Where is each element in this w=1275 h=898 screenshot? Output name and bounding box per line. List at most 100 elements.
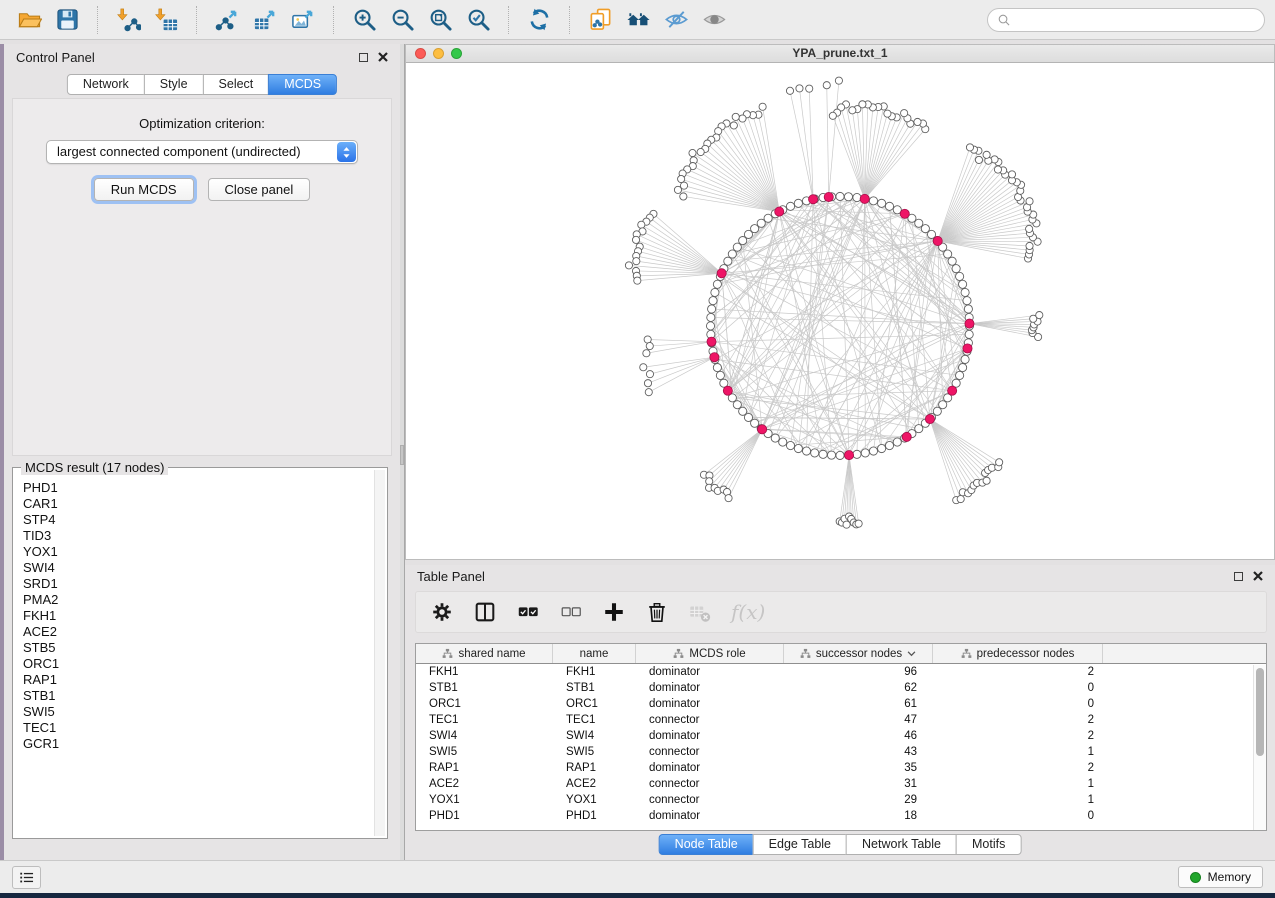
search-input[interactable] bbox=[1017, 10, 1255, 30]
table-cell[interactable]: FKH1 bbox=[553, 664, 636, 680]
table-cell[interactable]: STB1 bbox=[553, 680, 636, 696]
table-cell[interactable]: 2 bbox=[933, 760, 1103, 776]
table-cell[interactable]: RAP1 bbox=[553, 760, 636, 776]
table-scrollbar[interactable] bbox=[1253, 665, 1266, 830]
table-cell[interactable]: 46 bbox=[784, 728, 933, 744]
export-network-icon[interactable] bbox=[208, 5, 246, 35]
float-table-panel-icon[interactable] bbox=[1234, 572, 1243, 581]
table-row[interactable]: FKH1FKH1dominator962 bbox=[416, 664, 1266, 680]
zoom-fit-icon[interactable] bbox=[421, 5, 459, 35]
table-cell[interactable]: YOX1 bbox=[553, 792, 636, 808]
network-canvas[interactable] bbox=[406, 64, 1274, 559]
table-cell[interactable]: 47 bbox=[784, 712, 933, 728]
close-panel-button[interactable]: Close panel bbox=[208, 178, 311, 201]
tab-select[interactable]: Select bbox=[203, 74, 270, 95]
import-table-icon[interactable] bbox=[147, 5, 185, 35]
table-row[interactable]: YOX1YOX1connector291 bbox=[416, 792, 1266, 808]
mcds-result-item[interactable]: TEC1 bbox=[15, 720, 373, 736]
table-cell[interactable]: connector bbox=[636, 776, 784, 792]
mcds-result-item[interactable]: RAP1 bbox=[15, 672, 373, 688]
run-mcds-button[interactable]: Run MCDS bbox=[94, 178, 194, 201]
table-cell[interactable]: 1 bbox=[933, 792, 1103, 808]
table-cell[interactable]: dominator bbox=[636, 664, 784, 680]
table-cell[interactable]: SWI4 bbox=[416, 728, 553, 744]
table-cell[interactable]: dominator bbox=[636, 728, 784, 744]
export-image-icon[interactable] bbox=[284, 5, 322, 35]
show-panels-button[interactable] bbox=[12, 866, 41, 889]
table-cell[interactable]: 0 bbox=[933, 680, 1103, 696]
table-scrollbar-thumb[interactable] bbox=[1256, 668, 1264, 756]
zoom-in-icon[interactable] bbox=[345, 5, 383, 35]
table-row[interactable]: SWI5SWI5connector431 bbox=[416, 744, 1266, 760]
tab-mcds[interactable]: MCDS bbox=[268, 74, 337, 95]
table-row[interactable]: RAP1RAP1dominator352 bbox=[416, 760, 1266, 776]
table-cell[interactable]: 2 bbox=[933, 712, 1103, 728]
mcds-result-item[interactable]: STB1 bbox=[15, 688, 373, 704]
column-header-predecessor-nodes[interactable]: predecessor nodes bbox=[933, 644, 1103, 663]
table-cell[interactable]: 2 bbox=[933, 664, 1103, 680]
table-cell[interactable]: STB1 bbox=[416, 680, 553, 696]
mcds-result-item[interactable]: ACE2 bbox=[15, 624, 373, 640]
float-panel-icon[interactable] bbox=[359, 53, 368, 62]
add-column-icon[interactable] bbox=[602, 600, 626, 624]
mcds-result-item[interactable]: STB5 bbox=[15, 640, 373, 656]
table-cell[interactable]: 1 bbox=[933, 744, 1103, 760]
mcds-result-item[interactable]: SWI4 bbox=[15, 560, 373, 576]
table-cell[interactable]: YOX1 bbox=[416, 792, 553, 808]
table-cell[interactable]: PHD1 bbox=[553, 808, 636, 824]
table-cell[interactable]: TEC1 bbox=[416, 712, 553, 728]
table-cell[interactable]: TEC1 bbox=[553, 712, 636, 728]
mcds-result-item[interactable]: SWI5 bbox=[15, 704, 373, 720]
table-cell[interactable]: 18 bbox=[784, 808, 933, 824]
delete-column-icon[interactable] bbox=[645, 600, 669, 624]
table-cell[interactable]: RAP1 bbox=[416, 760, 553, 776]
import-network-icon[interactable] bbox=[109, 5, 147, 35]
tab-style[interactable]: Style bbox=[144, 74, 204, 95]
table-cell[interactable]: 96 bbox=[784, 664, 933, 680]
table-cell[interactable]: 0 bbox=[933, 808, 1103, 824]
table-row[interactable]: SWI4SWI4dominator462 bbox=[416, 728, 1266, 744]
open-file-icon[interactable] bbox=[10, 5, 48, 35]
zoom-selected-icon[interactable] bbox=[459, 5, 497, 35]
table-cell[interactable]: connector bbox=[636, 712, 784, 728]
unselect-all-columns-icon[interactable] bbox=[559, 600, 583, 624]
close-panel-icon[interactable] bbox=[378, 52, 388, 62]
show-all-icon[interactable] bbox=[695, 5, 733, 35]
mcds-result-item[interactable]: FKH1 bbox=[15, 608, 373, 624]
table-row[interactable]: TEC1TEC1connector472 bbox=[416, 712, 1266, 728]
column-header-MCDS-role[interactable]: MCDS role bbox=[636, 644, 784, 663]
table-cell[interactable]: SWI4 bbox=[553, 728, 636, 744]
mcds-result-item[interactable]: STP4 bbox=[15, 512, 373, 528]
table-row[interactable]: ORC1ORC1dominator610 bbox=[416, 696, 1266, 712]
mcds-result-item[interactable]: YOX1 bbox=[15, 544, 373, 560]
duplicate-network-icon[interactable] bbox=[581, 5, 619, 35]
column-header-successor-nodes[interactable]: successor nodes bbox=[784, 644, 933, 663]
mcds-result-item[interactable]: ORC1 bbox=[15, 656, 373, 672]
mcds-result-item[interactable]: CAR1 bbox=[15, 496, 373, 512]
mcds-result-item[interactable]: PHD1 bbox=[15, 480, 373, 496]
tab-network-table[interactable]: Network Table bbox=[846, 834, 957, 855]
tab-node-table[interactable]: Node Table bbox=[659, 834, 754, 855]
column-layout-icon[interactable] bbox=[473, 600, 497, 624]
mcds-result-item[interactable]: PMA2 bbox=[15, 592, 373, 608]
tab-motifs[interactable]: Motifs bbox=[956, 834, 1021, 855]
table-cell[interactable]: 0 bbox=[933, 696, 1103, 712]
table-cell[interactable]: ORC1 bbox=[416, 696, 553, 712]
table-cell[interactable]: PHD1 bbox=[416, 808, 553, 824]
table-row[interactable]: ACE2ACE2connector311 bbox=[416, 776, 1266, 792]
splitter-grip[interactable] bbox=[400, 445, 404, 465]
mcds-result-item[interactable]: SRD1 bbox=[15, 576, 373, 592]
first-neighbors-icon[interactable] bbox=[619, 5, 657, 35]
table-cell[interactable]: FKH1 bbox=[416, 664, 553, 680]
table-cell[interactable]: connector bbox=[636, 792, 784, 808]
refresh-view-icon[interactable] bbox=[520, 5, 558, 35]
table-cell[interactable]: 43 bbox=[784, 744, 933, 760]
settings-icon[interactable] bbox=[430, 600, 454, 624]
table-cell[interactable]: SWI5 bbox=[416, 744, 553, 760]
table-cell[interactable]: dominator bbox=[636, 696, 784, 712]
table-cell[interactable]: SWI5 bbox=[553, 744, 636, 760]
table-row[interactable]: STB1STB1dominator620 bbox=[416, 680, 1266, 696]
table-cell[interactable]: connector bbox=[636, 744, 784, 760]
tab-network[interactable]: Network bbox=[67, 74, 145, 95]
table-cell[interactable]: 2 bbox=[933, 728, 1103, 744]
